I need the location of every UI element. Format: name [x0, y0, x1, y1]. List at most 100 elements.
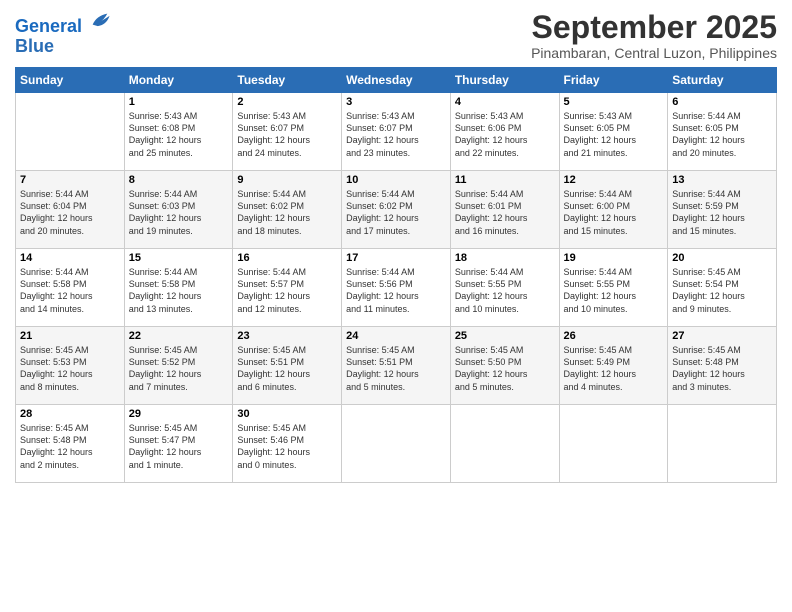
logo-bird-icon: [89, 10, 111, 32]
day-info: Sunrise: 5:45 AMSunset: 5:51 PMDaylight:…: [346, 344, 446, 393]
calendar-cell: 6 Sunrise: 5:44 AMSunset: 6:05 PMDaylight…: [668, 93, 777, 171]
page: General Blue September 2025 Pinambaran, …: [0, 0, 792, 612]
calendar-cell: 25 Sunrise: 5:45 AMSunset: 5:50 PMDayligh…: [450, 327, 559, 405]
calendar-cell: 2 Sunrise: 5:43 AMSunset: 6:07 PMDaylight…: [233, 93, 342, 171]
day-info: Sunrise: 5:44 AMSunset: 5:58 PMDaylight:…: [20, 266, 120, 315]
day-number: 21: [20, 330, 120, 342]
calendar-cell: 19Sunrise: 5:44 AMSunset: 5:55 PMDayligh…: [559, 249, 668, 327]
day-number: 3: [346, 96, 446, 108]
day-number: 20: [672, 252, 772, 264]
calendar-body: 1 Sunrise: 5:43 AMSunset: 6:08 PMDaylight…: [16, 93, 777, 483]
calendar-cell: 14 Sunrise: 5:44 AMSunset: 5:58 PMDayligh…: [16, 249, 125, 327]
day-number: 15: [129, 252, 229, 264]
calendar-cell: [342, 405, 451, 483]
calendar-cell: 23 Sunrise: 5:45 AMSunset: 5:51 PMDayligh…: [233, 327, 342, 405]
day-number: 1: [129, 96, 229, 108]
calendar-cell: 15 Sunrise: 5:44 AMSunset: 5:58 PMDayligh…: [124, 249, 233, 327]
day-info: Sunrise: 5:43 AMSunset: 6:08 PMDaylight:…: [129, 110, 229, 159]
calendar-cell: 9 Sunrise: 5:44 AMSunset: 6:02 PMDaylight…: [233, 171, 342, 249]
calendar-cell: [668, 405, 777, 483]
day-number: 17: [346, 252, 446, 264]
day-number: 25: [455, 330, 555, 342]
day-number: 27: [672, 330, 772, 342]
col-sunday: Sunday: [16, 68, 125, 93]
day-info: Sunrise: 5:44 AMSunset: 6:01 PMDaylight:…: [455, 188, 555, 237]
calendar-cell: 5Sunrise: 5:43 AMSunset: 6:05 PMDaylight…: [559, 93, 668, 171]
day-number: 16: [237, 252, 337, 264]
calendar-cell: 7Sunrise: 5:44 AMSunset: 6:04 PMDaylight…: [16, 171, 125, 249]
col-wednesday: Wednesday: [342, 68, 451, 93]
calendar-week-2: 7Sunrise: 5:44 AMSunset: 6:04 PMDaylight…: [16, 171, 777, 249]
calendar-week-4: 21 Sunrise: 5:45 AMSunset: 5:53 PMDayligh…: [16, 327, 777, 405]
day-info: Sunrise: 5:45 AMSunset: 5:47 PMDaylight:…: [129, 422, 229, 471]
calendar-cell: 1 Sunrise: 5:43 AMSunset: 6:08 PMDaylight…: [124, 93, 233, 171]
calendar-cell: [16, 93, 125, 171]
calendar-week-5: 28Sunrise: 5:45 AMSunset: 5:48 PMDayligh…: [16, 405, 777, 483]
calendar-cell: 12Sunrise: 5:44 AMSunset: 6:00 PMDayligh…: [559, 171, 668, 249]
day-info: Sunrise: 5:45 AMSunset: 5:52 PMDaylight:…: [129, 344, 229, 393]
day-info: Sunrise: 5:44 AMSunset: 6:05 PMDaylight:…: [672, 110, 772, 159]
col-thursday: Thursday: [450, 68, 559, 93]
calendar-cell: 17Sunrise: 5:44 AMSunset: 5:56 PMDayligh…: [342, 249, 451, 327]
logo-general: General: [15, 16, 82, 36]
calendar-cell: 3 Sunrise: 5:43 AMSunset: 6:07 PMDaylight…: [342, 93, 451, 171]
calendar-cell: 20 Sunrise: 5:45 AMSunset: 5:54 PMDayligh…: [668, 249, 777, 327]
day-number: 28: [20, 408, 120, 420]
calendar-cell: 13Sunrise: 5:44 AMSunset: 5:59 PMDayligh…: [668, 171, 777, 249]
calendar-cell: [450, 405, 559, 483]
header: General Blue September 2025 Pinambaran, …: [15, 10, 777, 61]
day-info: Sunrise: 5:43 AMSunset: 6:06 PMDaylight:…: [455, 110, 555, 159]
calendar-cell: 26 Sunrise: 5:45 AMSunset: 5:49 PMDayligh…: [559, 327, 668, 405]
month-title: September 2025: [531, 10, 777, 45]
calendar-cell: 8 Sunrise: 5:44 AMSunset: 6:03 PMDaylight…: [124, 171, 233, 249]
day-info: Sunrise: 5:44 AMSunset: 6:04 PMDaylight:…: [20, 188, 120, 237]
day-number: 26: [564, 330, 664, 342]
calendar-week-3: 14 Sunrise: 5:44 AMSunset: 5:58 PMDayligh…: [16, 249, 777, 327]
day-number: 24: [346, 330, 446, 342]
logo-line1: General: [15, 14, 111, 37]
calendar-cell: 29Sunrise: 5:45 AMSunset: 5:47 PMDayligh…: [124, 405, 233, 483]
col-tuesday: Tuesday: [233, 68, 342, 93]
day-info: Sunrise: 5:45 AMSunset: 5:48 PMDaylight:…: [672, 344, 772, 393]
calendar-cell: 10Sunrise: 5:44 AMSunset: 6:02 PMDayligh…: [342, 171, 451, 249]
day-info: Sunrise: 5:44 AMSunset: 5:57 PMDaylight:…: [237, 266, 337, 315]
day-number: 14: [20, 252, 120, 264]
header-row: Sunday Monday Tuesday Wednesday Thursday…: [16, 68, 777, 93]
day-info: Sunrise: 5:45 AMSunset: 5:46 PMDaylight:…: [237, 422, 337, 471]
day-info: Sunrise: 5:43 AMSunset: 6:07 PMDaylight:…: [237, 110, 337, 159]
day-number: 9: [237, 174, 337, 186]
calendar-cell: 27 Sunrise: 5:45 AMSunset: 5:48 PMDayligh…: [668, 327, 777, 405]
col-friday: Friday: [559, 68, 668, 93]
calendar-cell: 22Sunrise: 5:45 AMSunset: 5:52 PMDayligh…: [124, 327, 233, 405]
day-info: Sunrise: 5:44 AMSunset: 5:58 PMDaylight:…: [129, 266, 229, 315]
calendar-cell: 11 Sunrise: 5:44 AMSunset: 6:01 PMDayligh…: [450, 171, 559, 249]
calendar-cell: 4 Sunrise: 5:43 AMSunset: 6:06 PMDaylight…: [450, 93, 559, 171]
calendar-week-1: 1 Sunrise: 5:43 AMSunset: 6:08 PMDaylight…: [16, 93, 777, 171]
day-number: 10: [346, 174, 446, 186]
day-info: Sunrise: 5:44 AMSunset: 6:03 PMDaylight:…: [129, 188, 229, 237]
day-info: Sunrise: 5:45 AMSunset: 5:50 PMDaylight:…: [455, 344, 555, 393]
day-info: Sunrise: 5:45 AMSunset: 5:51 PMDaylight:…: [237, 344, 337, 393]
day-info: Sunrise: 5:44 AMSunset: 5:55 PMDaylight:…: [564, 266, 664, 315]
day-number: 11: [455, 174, 555, 186]
day-number: 23: [237, 330, 337, 342]
calendar-cell: 24 Sunrise: 5:45 AMSunset: 5:51 PMDayligh…: [342, 327, 451, 405]
calendar-cell: [559, 405, 668, 483]
calendar-cell: 28Sunrise: 5:45 AMSunset: 5:48 PMDayligh…: [16, 405, 125, 483]
day-info: Sunrise: 5:44 AMSunset: 6:02 PMDaylight:…: [237, 188, 337, 237]
day-number: 4: [455, 96, 555, 108]
location-subtitle: Pinambaran, Central Luzon, Philippines: [531, 45, 777, 61]
col-monday: Monday: [124, 68, 233, 93]
day-info: Sunrise: 5:44 AMSunset: 5:55 PMDaylight:…: [455, 266, 555, 315]
day-number: 8: [129, 174, 229, 186]
day-number: 2: [237, 96, 337, 108]
calendar-cell: 18Sunrise: 5:44 AMSunset: 5:55 PMDayligh…: [450, 249, 559, 327]
day-info: Sunrise: 5:45 AMSunset: 5:53 PMDaylight:…: [20, 344, 120, 393]
day-info: Sunrise: 5:45 AMSunset: 5:54 PMDaylight:…: [672, 266, 772, 315]
day-info: Sunrise: 5:45 AMSunset: 5:49 PMDaylight:…: [564, 344, 664, 393]
calendar-cell: 16 Sunrise: 5:44 AMSunset: 5:57 PMDayligh…: [233, 249, 342, 327]
logo-line2: Blue: [15, 37, 111, 57]
day-number: 6: [672, 96, 772, 108]
day-info: Sunrise: 5:43 AMSunset: 6:05 PMDaylight:…: [564, 110, 664, 159]
day-info: Sunrise: 5:43 AMSunset: 6:07 PMDaylight:…: [346, 110, 446, 159]
